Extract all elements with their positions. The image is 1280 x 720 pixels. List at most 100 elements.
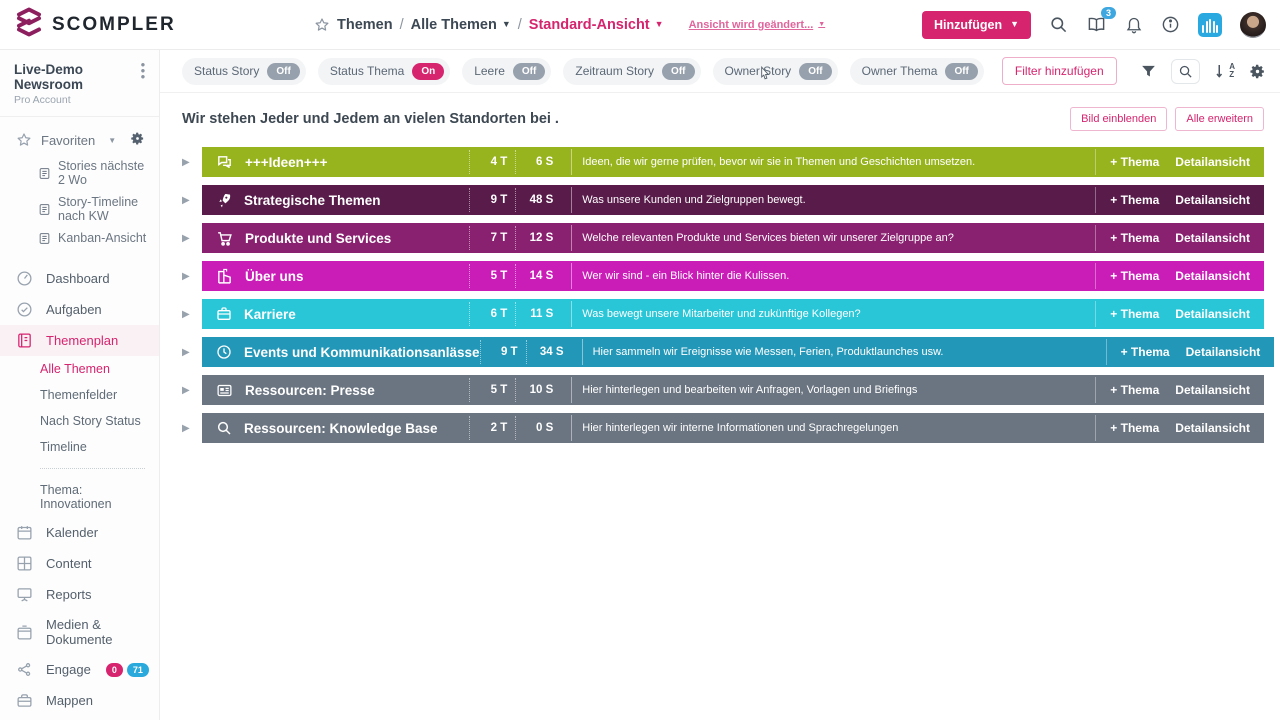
sidebar-item-dashboard[interactable]: Dashboard xyxy=(0,263,159,294)
expand-all-button[interactable]: Alle erweitern xyxy=(1175,107,1264,131)
theme-row: ▶ +++Ideen+++ 4 T6 S Ideen, die wir gerne p… xyxy=(182,147,1264,177)
theme-bar-7[interactable]: Ressourcen: Presse 5 T 10 S Hier hinterlege… xyxy=(202,375,1264,405)
add-button[interactable]: Hinzufügen ▼ xyxy=(922,10,1031,39)
filter-toggle-owner-thema[interactable]: Owner Thema Off xyxy=(849,57,984,85)
detail-view-button[interactable]: Detailansicht xyxy=(1175,307,1250,321)
theme-bar-6[interactable]: Events und Kommunikationsanlässe 9 T 34 S H… xyxy=(202,337,1275,367)
sidebar-subitem-nach-story-status[interactable]: Nach Story Status xyxy=(0,408,159,434)
funnel-icon[interactable] xyxy=(1140,63,1157,80)
detail-view-button[interactable]: Detailansicht xyxy=(1175,231,1250,245)
breadcrumb-view[interactable]: Standard-Ansicht ▼ xyxy=(529,17,664,33)
page-title: Wir stehen Jeder und Jedem an vielen Sta… xyxy=(182,111,559,127)
sidebar-item-kalender[interactable]: Kalender xyxy=(0,517,159,548)
theme-bar-8[interactable]: Ressourcen: Knowledge Base 2 T0 S Hier hin… xyxy=(202,413,1264,443)
favorite-item-label: Stories nächste 2 Wo xyxy=(58,159,145,187)
add-theme-button[interactable]: + Thema xyxy=(1110,421,1159,435)
favorites-list: Stories nächste 2 Wo Story-Timeline nach … xyxy=(0,155,159,249)
sidebar-item-label: Reports xyxy=(46,587,92,602)
workspace-menu-icon[interactable]: • • • xyxy=(137,58,149,106)
add-theme-button[interactable]: + Thema xyxy=(1110,307,1159,321)
add-theme-button[interactable]: + Thema xyxy=(1121,345,1170,359)
sidebar-item-label: Kalender xyxy=(46,525,99,540)
show-image-button[interactable]: Bild einblenden xyxy=(1070,107,1168,131)
row-expander-icon[interactable]: ▶ xyxy=(182,347,202,358)
search-icon[interactable] xyxy=(1049,15,1068,34)
themes-count: 2 T xyxy=(469,416,515,440)
sort-az-icon[interactable]: AZ xyxy=(1214,62,1235,80)
intercom-icon[interactable] xyxy=(1198,12,1222,37)
sidebar-subitem-themenfelder[interactable]: Themenfelder xyxy=(0,382,159,408)
theme-description: Was unsere Kunden und Zielgruppen bewegt… xyxy=(571,187,1091,213)
info-icon[interactable] xyxy=(1161,15,1180,34)
detail-view-button[interactable]: Detailansicht xyxy=(1175,383,1250,397)
theme-bar-3[interactable]: Produkte und Services 7 T 12 S Welche relev… xyxy=(202,223,1264,253)
user-avatar[interactable] xyxy=(1240,11,1266,38)
sidebar-item-reports[interactable]: Reports xyxy=(0,579,159,610)
toggle-state: Off xyxy=(799,62,832,80)
add-filter-button[interactable]: Filter hinzufügen xyxy=(1001,57,1117,85)
detail-view-button[interactable]: Detailansicht xyxy=(1175,155,1250,169)
sidebar-item-mappen[interactable]: Mappen xyxy=(0,685,159,716)
engage-badges: 0 71 xyxy=(105,662,149,677)
favorite-star-icon[interactable] xyxy=(314,17,330,33)
search-icon[interactable] xyxy=(1171,58,1201,84)
book-open-icon[interactable]: 3 xyxy=(1086,7,1116,34)
add-theme-button[interactable]: + Thema xyxy=(1110,231,1159,245)
favorite-item[interactable]: Stories nächste 2 Wo xyxy=(0,155,159,191)
filter-toggle-status-thema[interactable]: Status Thema On xyxy=(317,57,451,85)
favorite-item[interactable]: Kanban-Ansicht xyxy=(0,227,159,249)
brand-logo[interactable]: SCOMPLER xyxy=(14,7,314,42)
row-expander-icon[interactable]: ▶ xyxy=(182,195,202,206)
row-expander-icon[interactable]: ▶ xyxy=(182,271,202,282)
favorite-item[interactable]: Story-Timeline nach KW xyxy=(0,191,159,227)
theme-description: Wer wir sind - ein Blick hinter die Kuli… xyxy=(571,263,1091,289)
add-button-label: Hinzufügen xyxy=(934,17,1003,32)
theme-bar-1[interactable]: +++Ideen+++ 4 T6 S Ideen, die wir gerne pr… xyxy=(202,147,1264,177)
sidebar-subitem-alle-themen[interactable]: Alle Themen xyxy=(0,356,159,382)
sidebar-item-medien-dokumente[interactable]: Medien & Dokumente xyxy=(0,610,159,654)
view-status-link[interactable]: Ansicht wird geändert... ▼ xyxy=(689,19,826,31)
sidebar-item-strategie[interactable]: Strategie▶ xyxy=(0,716,159,720)
favorites-gear-icon[interactable] xyxy=(130,131,145,149)
sidebar-subitem-thema-innovationen[interactable]: Thema: Innovationen xyxy=(0,477,159,517)
add-theme-button[interactable]: + Thema xyxy=(1110,155,1159,169)
detail-view-button[interactable]: Detailansicht xyxy=(1175,269,1250,283)
theme-bar-4[interactable]: Über uns 5 T 14 S Wer wir sind - ein Blick … xyxy=(202,261,1264,291)
theme-bar-5[interactable]: Karriere 6 T 11 S Was bewegt unsere Mitarbe… xyxy=(202,299,1264,329)
detail-view-button[interactable]: Detailansicht xyxy=(1175,421,1250,435)
filter-toggle-owner-story[interactable]: Owner Story Off xyxy=(712,57,838,85)
row-expander-icon[interactable]: ▶ xyxy=(182,385,202,396)
row-expander-icon[interactable]: ▶ xyxy=(182,309,202,320)
filter-toggle-leere[interactable]: Leere Off xyxy=(462,57,552,85)
detail-view-button[interactable]: Detailansicht xyxy=(1186,345,1261,359)
add-theme-button[interactable]: + Thema xyxy=(1110,383,1159,397)
add-theme-button[interactable]: + Thema xyxy=(1110,193,1159,207)
add-theme-button[interactable]: + Thema xyxy=(1110,269,1159,283)
bell-icon[interactable] xyxy=(1125,15,1143,34)
content-grid-icon xyxy=(16,555,33,572)
filter-toggle-zeitraum-story[interactable]: Zeitraum Story Off xyxy=(563,57,701,85)
sidebar-item-aufgaben[interactable]: Aufgaben xyxy=(0,294,159,325)
theme-rows: ▶ +++Ideen+++ 4 T6 S Ideen, die wir gerne p… xyxy=(182,147,1275,443)
theme-bar-2[interactable]: Strategische Themen 9 T 48 S Was unsere Kun… xyxy=(202,185,1264,215)
engage-icon xyxy=(16,661,33,678)
main-area: Status Story Off Status Thema On Leere Off Zei… xyxy=(160,50,1280,720)
row-actions: + Thema Detailansicht xyxy=(1095,225,1254,251)
row-expander-icon[interactable]: ▶ xyxy=(182,157,202,168)
sidebar-item-themenplan[interactable]: Themenplan xyxy=(0,325,159,356)
gear-icon[interactable] xyxy=(1249,63,1266,80)
sidebar-subitem-timeline[interactable]: Timeline xyxy=(0,434,159,460)
breadcrumb-root[interactable]: Themen xyxy=(337,17,393,33)
theme-row: ▶ Über uns 5 T 14 S Wer wir sind - ein Blick… xyxy=(182,261,1264,291)
favorites-header[interactable]: Favoriten ▼ xyxy=(0,117,159,155)
sidebar-item-content[interactable]: Content xyxy=(0,548,159,579)
theme-title: Karriere xyxy=(244,306,296,322)
row-expander-icon[interactable]: ▶ xyxy=(182,233,202,244)
search-icon xyxy=(216,420,232,436)
detail-view-button[interactable]: Detailansicht xyxy=(1175,193,1250,207)
star-icon xyxy=(16,132,32,148)
sidebar-item-engage[interactable]: Engage 0 71 xyxy=(0,654,159,685)
filter-toggle-status-story[interactable]: Status Story Off xyxy=(182,57,306,85)
breadcrumb-collection[interactable]: Alle Themen ▼ xyxy=(411,17,511,33)
row-expander-icon[interactable]: ▶ xyxy=(182,423,202,434)
